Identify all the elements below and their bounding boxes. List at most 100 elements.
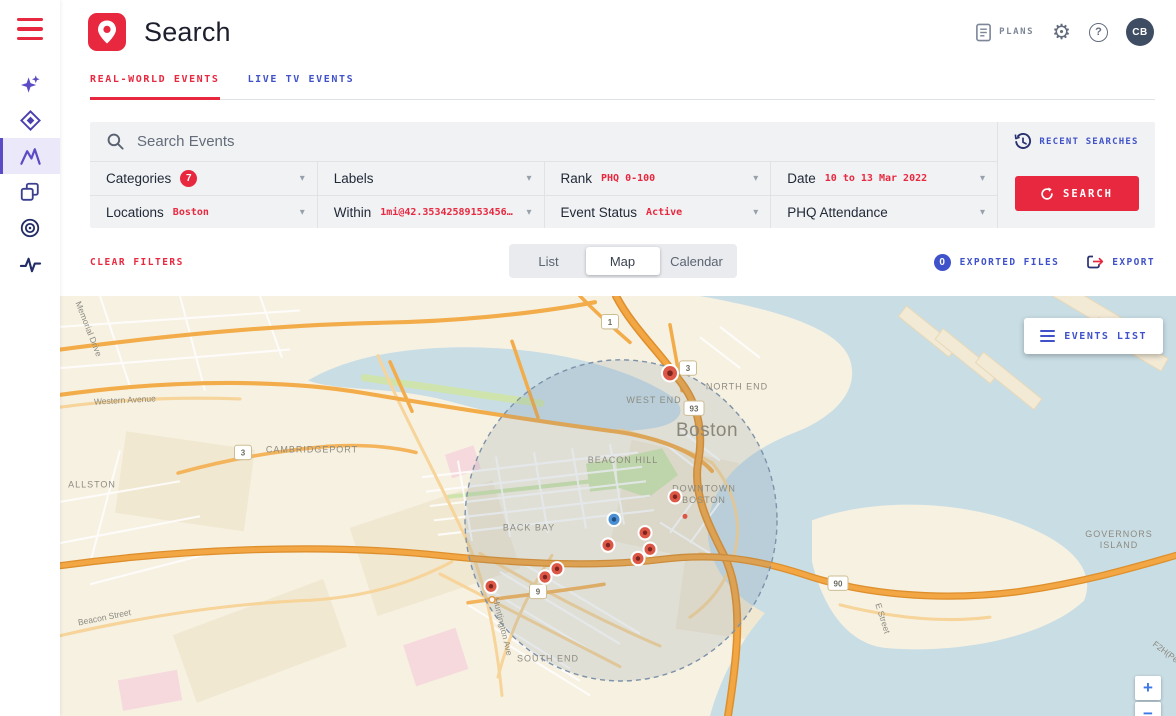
highway-shield: 3 <box>234 444 252 461</box>
recent-searches-button[interactable]: RECENT SEARCHES <box>1014 122 1138 162</box>
sidebar-item-search-active[interactable] <box>0 138 60 174</box>
zoom-in-button[interactable]: + <box>1135 676 1161 700</box>
view-toggle-map[interactable]: Map <box>585 247 660 275</box>
gear-icon[interactable]: ⚙ <box>1052 22 1071 43</box>
filter-locations[interactable]: Locations Boston ▾ <box>90 195 317 228</box>
compass-diamond-icon <box>19 109 41 131</box>
filter-phq-attendance[interactable]: PHQ Attendance ▾ <box>770 195 997 228</box>
events-tabs: REAL-WORLD EVENTS LIVE TV EVENTS <box>90 68 1155 100</box>
avatar[interactable]: CB <box>1126 18 1154 46</box>
zoom-out-button[interactable]: − <box>1135 702 1161 716</box>
view-toggle: List Map Calendar <box>508 244 737 278</box>
event-marker-small[interactable] <box>682 513 688 519</box>
highway-shield: 3 <box>679 360 697 376</box>
filter-locations-label: Locations <box>106 204 164 220</box>
plans-document-icon <box>976 23 991 41</box>
view-toggle-calendar[interactable]: Calendar <box>660 247 734 275</box>
filter-event-status[interactable]: Event Status Active ▾ <box>543 195 771 228</box>
shield-label: 93 <box>690 404 699 413</box>
view-toggle-list[interactable]: List <box>512 247 586 275</box>
event-marker[interactable] <box>600 537 616 553</box>
history-clock-icon <box>1014 133 1032 149</box>
highway-shield: 1 <box>601 314 619 330</box>
tab-real-world-events[interactable]: REAL-WORLD EVENTS <box>90 68 220 100</box>
results-bar: CLEAR FILTERS List Map Calendar 0 EXPORT… <box>90 244 1155 280</box>
plans-button[interactable]: PLANS <box>975 23 1034 42</box>
filter-labels-label: Labels <box>333 171 374 186</box>
chevron-down-icon: ▾ <box>299 173 305 184</box>
refresh-icon <box>1041 187 1053 200</box>
map-zoom-control: + − <box>1135 676 1161 716</box>
filter-phq-attendance-label: PHQ Attendance <box>787 204 888 220</box>
search-input[interactable] <box>137 133 985 150</box>
filter-grid: Categories 7 ▾ Labels ▾ Rank PHQ 0-100 ▾… <box>90 162 997 228</box>
help-icon[interactable]: ? <box>1089 22 1108 42</box>
export-button[interactable]: EXPORT <box>1085 253 1155 271</box>
map-label-downtown-1: DOWNTOWN <box>672 483 736 493</box>
hamburger-menu-icon[interactable] <box>17 18 43 40</box>
map-label-governors-1: GOVERNORS <box>1085 529 1152 539</box>
map-label-back-bay: BACK BAY <box>503 523 555 533</box>
shield-label: 90 <box>834 579 843 588</box>
filter-rank[interactable]: Rank PHQ 0-100 ▾ <box>543 162 771 195</box>
filter-rank-label: Rank <box>560 171 593 186</box>
categories-count-badge: 7 <box>180 170 198 187</box>
event-marker[interactable] <box>637 525 653 541</box>
event-marker[interactable] <box>642 541 658 557</box>
map-canvas[interactable]: 1 3 93 3 9 90 Boston NORTH END WEST END … <box>60 296 1176 716</box>
filter-within[interactable]: Within 1mi@42.35342589153456,-71.... ▾ <box>316 195 544 228</box>
sidebar-item-analytics[interactable] <box>0 246 60 282</box>
chevron-down-icon: ▾ <box>753 173 759 184</box>
sidebar-item-beam-target[interactable] <box>0 210 60 246</box>
sidebar-item-beam[interactable] <box>0 66 60 102</box>
event-marker[interactable] <box>667 489 683 505</box>
sidebar-item-collections[interactable] <box>0 174 60 210</box>
map-label-downtown-2: BOSTON <box>682 495 726 505</box>
highway-shield: 9 <box>529 583 547 600</box>
exported-count-badge: 0 <box>933 253 951 271</box>
chevron-down-icon: ▾ <box>753 206 759 218</box>
plans-label: PLANS <box>999 27 1035 37</box>
filter-labels[interactable]: Labels ▾ <box>316 162 544 195</box>
chevron-down-icon: ▾ <box>979 206 985 218</box>
main-content: Search PLANS ⚙ ? CB REAL-WORLD EVENTS LI… <box>60 0 1176 716</box>
shield-label: 3 <box>686 364 691 373</box>
event-marker[interactable] <box>549 561 565 577</box>
map-label-beacon-hill: BEACON HILL <box>588 455 658 465</box>
map-label-boston: Boston <box>676 420 738 441</box>
event-marker-small[interactable] <box>488 595 496 604</box>
exported-files-button[interactable]: 0 EXPORTED FILES <box>933 253 1060 271</box>
selected-event-marker[interactable] <box>606 511 622 528</box>
shield-label: 1 <box>608 318 613 327</box>
sidebar-item-explorer[interactable] <box>0 102 60 138</box>
tab-live-tv-events[interactable]: LIVE TV EVENTS <box>248 68 355 99</box>
events-list-button[interactable]: EVENTS LIST <box>1024 318 1163 354</box>
filter-categories[interactable]: Categories 7 ▾ <box>90 162 317 195</box>
sidebar <box>0 0 60 716</box>
export-label: EXPORT <box>1112 256 1155 268</box>
event-marker[interactable] <box>630 550 646 567</box>
map-label-governors-2: ISLAND <box>1100 540 1138 550</box>
highway-shield: 93 <box>683 400 705 416</box>
filter-event-status-value: Active <box>646 206 683 218</box>
target-icon <box>20 218 40 238</box>
event-marker[interactable] <box>537 569 553 585</box>
copy-icon <box>20 182 39 201</box>
map-label-west-end: WEST END <box>626 395 681 405</box>
recent-searches-label: RECENT SEARCHES <box>1039 137 1139 147</box>
shield-label: 3 <box>241 448 246 457</box>
clear-filters-button[interactable]: CLEAR FILTERS <box>90 257 184 268</box>
map-area: 1 3 93 3 9 90 Boston NORTH END WEST END … <box>60 296 1176 716</box>
app-logo[interactable] <box>88 13 126 51</box>
event-marker[interactable] <box>661 363 679 383</box>
chevron-down-icon: ▾ <box>526 173 532 184</box>
export-icon <box>1087 255 1104 269</box>
list-icon <box>1040 329 1056 343</box>
search-button[interactable]: SEARCH <box>1014 176 1139 211</box>
event-marker[interactable] <box>483 578 499 595</box>
filter-date-value: 10 to 13 Mar 2022 <box>824 173 928 184</box>
exported-files-label: EXPORTED FILES <box>959 256 1060 268</box>
sparkles-icon <box>20 74 40 93</box>
filter-date[interactable]: Date 10 to 13 Mar 2022 ▾ <box>770 162 997 195</box>
search-icon <box>107 133 124 150</box>
